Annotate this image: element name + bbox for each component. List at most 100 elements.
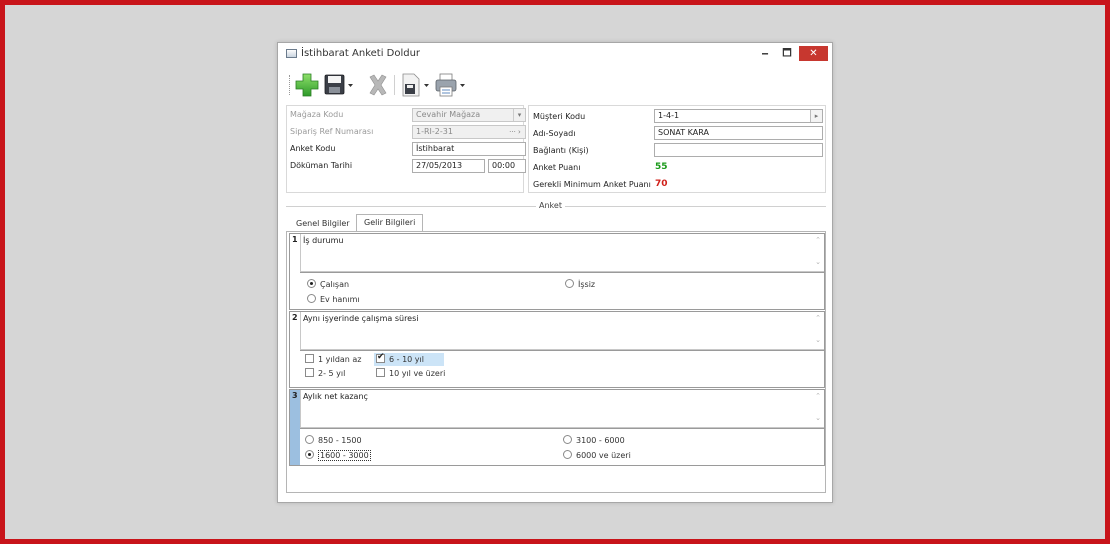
adi-soyadi-field[interactable]: SONAT KARA xyxy=(654,126,823,140)
radio-icon[interactable] xyxy=(305,435,314,444)
question-text: İş durumu ⌃ ⌄ xyxy=(300,234,824,272)
document-dropdown-icon[interactable] xyxy=(423,71,431,99)
scroll-up-icon[interactable]: ⌃ xyxy=(815,314,821,322)
question-3-options: 850 - 1500 3100 - 6000 1600 - 3000 6000 … xyxy=(300,428,824,465)
anket-puani-value: 55 xyxy=(655,162,668,172)
magaza-kodu-value: Cevahir Mağaza xyxy=(416,110,481,119)
header-left-panel: Mağaza Kodu Cevahir Mağaza ▾ Sipariş Ref… xyxy=(286,105,526,193)
chevron-right-icon[interactable]: ▸ xyxy=(810,110,822,122)
option-ev-hanimi[interactable]: Ev hanımı xyxy=(307,294,360,305)
question-text: Aynı işyerinde çalışma süresi ⌃ ⌄ xyxy=(300,312,824,350)
question-1-text: İş durumu xyxy=(303,236,344,245)
tab-content: 1 İş durumu ⌃ ⌄ Çalışan İşsiz Ev hanımı … xyxy=(286,231,826,493)
scroll-down-icon[interactable]: ⌄ xyxy=(815,336,821,344)
checkbox-checked-icon[interactable] xyxy=(376,352,385,363)
option-label: Çalışan xyxy=(320,280,350,289)
save-icon[interactable] xyxy=(324,71,346,99)
document-save-icon[interactable] xyxy=(400,71,422,99)
radio-icon[interactable] xyxy=(307,294,316,303)
scroll-up-icon[interactable]: ⌃ xyxy=(815,392,821,400)
anket-kodu-label: Anket Kodu xyxy=(290,144,336,153)
anket-group-title: Anket xyxy=(536,201,565,210)
magaza-kodu-label: Mağaza Kodu xyxy=(290,110,344,119)
survey-window: İstihbarat Anketi Doldur 🗕 🗖 ✕ Mağaza Ko… xyxy=(277,42,833,503)
option-label: Ev hanımı xyxy=(320,295,360,304)
checkbox-icon[interactable] xyxy=(376,368,385,377)
question-2-text: Aynı işyerinde çalışma süresi xyxy=(303,314,419,323)
question-1: 1 İş durumu ⌃ ⌄ Çalışan İşsiz Ev hanımı xyxy=(289,233,825,310)
option-label: İşsiz xyxy=(578,280,596,289)
option-10-yil-ve-uzeri[interactable]: 10 yıl ve üzeri xyxy=(376,368,445,379)
scroll-up-icon[interactable]: ⌃ xyxy=(815,236,821,244)
option-label: 6000 ve üzeri xyxy=(576,451,631,460)
question-text: Aylık net kazanç ⌃ ⌄ xyxy=(300,390,824,428)
tab-gelir-bilgileri[interactable]: Gelir Bilgileri xyxy=(356,214,424,232)
baglanti-field[interactable] xyxy=(654,143,823,157)
print-dropdown-icon[interactable] xyxy=(459,71,467,99)
app-icon xyxy=(286,49,297,58)
save-dropdown-icon[interactable] xyxy=(347,71,355,99)
minimize-button[interactable]: 🗕 xyxy=(756,46,774,61)
tab-strip: Genel Bilgiler Gelir Bilgileri xyxy=(286,214,826,232)
option-label: 10 yıl ve üzeri xyxy=(389,369,446,378)
option-label: 2- 5 yıl xyxy=(318,369,346,378)
window-title: İstihbarat Anketi Doldur xyxy=(301,48,421,59)
question-3-text: Aylık net kazanç xyxy=(303,392,368,401)
header-right-panel: Müşteri Kodu 1-4-1 ▸ Adı-Soyadı SONAT KA… xyxy=(528,105,826,193)
siparis-ref-value: 1-RI-2-31 xyxy=(416,127,453,136)
siparis-ref-label: Sipariş Ref Numarası xyxy=(290,127,374,136)
option-calisan[interactable]: Çalışan xyxy=(307,279,349,290)
baglanti-label: Bağlantı (Kişi) xyxy=(533,146,589,155)
option-label: 1600 - 3000 xyxy=(318,450,371,461)
option-850-1500[interactable]: 850 - 1500 xyxy=(305,435,362,446)
question-number: 3 xyxy=(290,390,300,465)
radio-selected-icon[interactable] xyxy=(307,279,316,288)
anket-puani-label: Anket Puanı xyxy=(533,163,581,172)
question-3: 3 Aylık net kazanç ⌃ ⌄ 850 - 1500 3100 -… xyxy=(289,389,825,466)
dokuman-tarihi-label: Döküman Tarihi xyxy=(290,161,353,170)
title-bar: İstihbarat Anketi Doldur 🗕 🗖 ✕ xyxy=(278,43,832,65)
option-2-5-yil[interactable]: 2- 5 yıl xyxy=(305,368,345,379)
dokuman-tarihi-time-field[interactable]: 00:00 xyxy=(488,159,526,173)
toolbar-grip[interactable] xyxy=(289,75,291,95)
add-icon[interactable] xyxy=(294,71,320,99)
question-2: 2 Aynı işyerinde çalışma süresi ⌃ ⌄ 1 yı… xyxy=(289,311,825,388)
radio-icon[interactable] xyxy=(565,279,574,288)
radio-icon[interactable] xyxy=(563,435,572,444)
scroll-down-icon[interactable]: ⌄ xyxy=(815,414,821,422)
checkbox-icon[interactable] xyxy=(305,354,314,363)
print-icon[interactable] xyxy=(434,71,458,99)
adi-soyadi-label: Adı-Soyadı xyxy=(533,129,576,138)
radio-icon[interactable] xyxy=(563,450,572,459)
musteri-kodu-value: 1-4-1 xyxy=(658,111,680,120)
radio-selected-icon[interactable] xyxy=(305,450,314,459)
option-label: 850 - 1500 xyxy=(318,436,362,445)
question-1-options: Çalışan İşsiz Ev hanımı xyxy=(300,272,824,309)
toolbar xyxy=(286,71,826,99)
option-label: 6 - 10 yıl xyxy=(389,355,424,364)
option-6-10-yil[interactable]: 6 - 10 yıl xyxy=(374,352,444,366)
magaza-kodu-field: Cevahir Mağaza ▾ xyxy=(412,108,526,122)
question-number: 2 xyxy=(290,312,300,387)
tab-genel-bilgiler[interactable]: Genel Bilgiler xyxy=(288,215,358,232)
close-button[interactable]: ✕ xyxy=(799,46,828,61)
option-label: 1 yıldan az xyxy=(318,355,362,364)
question-number: 1 xyxy=(290,234,300,309)
min-puan-label: Gerekli Minimum Anket Puanı xyxy=(533,180,651,189)
min-puan-value: 70 xyxy=(655,179,668,189)
option-label: 3100 - 6000 xyxy=(576,436,625,445)
ellipsis-icon: ··· › xyxy=(509,128,521,136)
option-3100-6000[interactable]: 3100 - 6000 xyxy=(563,435,625,446)
scroll-down-icon[interactable]: ⌄ xyxy=(815,258,821,266)
option-1600-3000[interactable]: 1600 - 3000 xyxy=(305,450,371,461)
question-2-options: 1 yıldan az 6 - 10 yıl 2- 5 yıl 10 yıl v… xyxy=(300,350,824,387)
maximize-button[interactable]: 🗖 xyxy=(778,46,796,61)
delete-icon[interactable] xyxy=(366,71,390,99)
musteri-kodu-field[interactable]: 1-4-1 ▸ xyxy=(654,109,823,123)
anket-kodu-field[interactable]: İstihbarat xyxy=(412,142,526,156)
option-1-yildan-az[interactable]: 1 yıldan az xyxy=(305,354,362,365)
dokuman-tarihi-date-field[interactable]: 27/05/2013 xyxy=(412,159,485,173)
option-issiz[interactable]: İşsiz xyxy=(565,279,595,290)
checkbox-icon[interactable] xyxy=(305,368,314,377)
option-6000-ve-uzeri[interactable]: 6000 ve üzeri xyxy=(563,450,631,461)
